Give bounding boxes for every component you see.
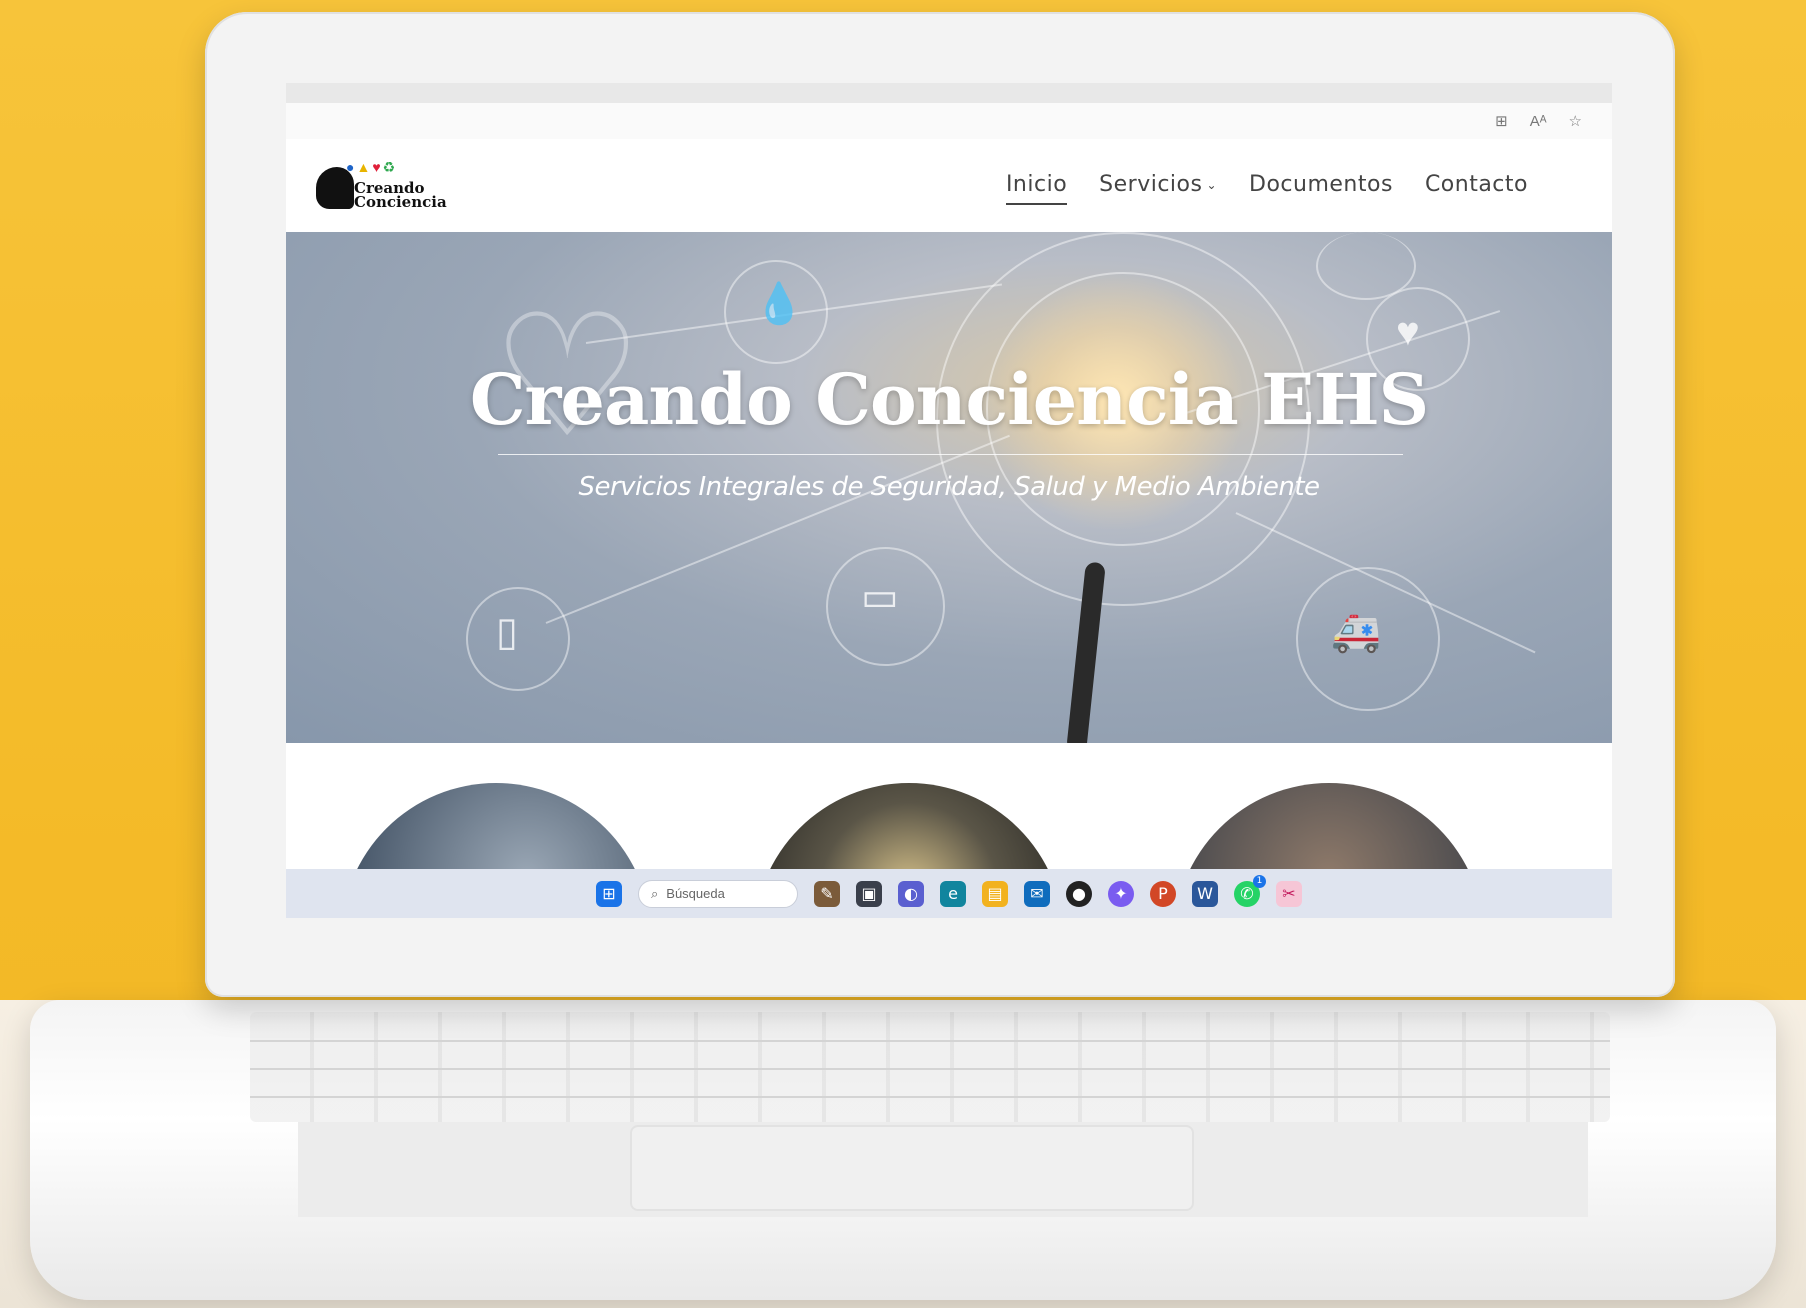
favorites-bar [286, 83, 1612, 104]
copilot-icon[interactable]: ✦ [1108, 880, 1134, 907]
service-image-circle[interactable] [1174, 783, 1484, 873]
logo-line-2: Conciencia [354, 193, 447, 211]
keyboard-row [250, 1040, 1610, 1042]
windows-start-icon[interactable]: ⊞ [596, 880, 622, 907]
teams-icon[interactable]: ◐ [898, 880, 924, 907]
nav-item-inicio[interactable]: Inicio [1005, 172, 1068, 205]
hero-divider [498, 454, 1403, 455]
snipping-tool-icon[interactable]: ✂ [1276, 880, 1302, 907]
word-icon[interactable]: W [1192, 880, 1218, 907]
widgets-icon[interactable]: ✎ [814, 880, 840, 907]
heart-rate-icon: ♥ [1396, 310, 1420, 354]
service-image-circle[interactable] [341, 783, 651, 873]
hero-subtitle: Servicios Integrales de Seguridad, Salud… [578, 472, 1320, 502]
file-explorer-icon[interactable]: ▤ [982, 880, 1008, 907]
nav-item-servicios[interactable]: Servicios ⌄ [1099, 172, 1217, 205]
edge-icon[interactable]: e [940, 880, 966, 907]
service-image-circle[interactable] [754, 783, 1064, 873]
logo-badges: ● ▲ ♥ ♻ [346, 159, 395, 176]
favorite-star-icon[interactable]: ☆ [1569, 112, 1582, 130]
dell-icon[interactable]: ● [1066, 880, 1092, 907]
mail-icon[interactable]: ✉ [1024, 880, 1050, 907]
taskbar-search[interactable]: ⌕ Búsqueda [638, 879, 798, 908]
trackpad [630, 1125, 1194, 1211]
laptop-screen: ⊞ Aᴬ ☆ ● ▲ ♥ ♻ Creando Conciencia Inicio… [286, 83, 1612, 918]
browser-toolbar: ⊞ Aᴬ ☆ [286, 103, 1612, 139]
ambulance-icon: 🚑 [1331, 610, 1381, 654]
windows-taskbar: ⊞ ⌕ Búsqueda ✎ ▣ ◐ e ▤ ✉ ● ✦ P W ✆ 1 ✂ [286, 869, 1612, 918]
nav-item-documentos[interactable]: Documentos [1249, 172, 1393, 205]
blood-bag-icon: ▯ [496, 610, 519, 654]
site-header: ● ▲ ♥ ♻ Creando Conciencia Inicio Servic… [286, 139, 1612, 232]
nav-item-contacto[interactable]: Contacto [1425, 172, 1528, 205]
hero-title: Creando Conciencia EHS [469, 358, 1429, 441]
recycle-icon: ♻ [382, 159, 396, 175]
warning-icon: ▲ [356, 159, 371, 175]
search-icon: ⌕ [651, 885, 659, 901]
heart-icon: ♥ [372, 159, 381, 175]
monitor-icon: ▭ [861, 575, 899, 619]
notification-badge: 1 [1253, 874, 1266, 888]
logo-text: Creando Conciencia [354, 181, 447, 211]
keyboard [250, 1012, 1610, 1122]
hero-banner: 💧 ♥ ▯ ▭ 🚑 ♡ Creando Conciencia EHS Servi… [286, 232, 1612, 743]
apps-icon[interactable]: ⊞ [1495, 112, 1508, 130]
search-placeholder: Búsqueda [666, 886, 725, 901]
services-preview [286, 743, 1612, 873]
person-icon: ● [346, 159, 355, 175]
main-navigation: Inicio Servicios ⌄ Documentos Contacto [1005, 172, 1528, 205]
powerpoint-icon[interactable]: P [1150, 880, 1176, 907]
nav-item-label: Servicios [1099, 172, 1203, 197]
chevron-down-icon: ⌄ [1206, 178, 1218, 192]
keyboard-row [250, 1068, 1610, 1070]
site-logo[interactable]: ● ▲ ♥ ♻ Creando Conciencia [316, 159, 447, 214]
task-view-icon[interactable]: ▣ [856, 880, 882, 907]
keyboard-row [250, 1096, 1610, 1098]
whatsapp-icon[interactable]: ✆ 1 [1234, 874, 1266, 907]
water-drop-icon: 💧 [754, 282, 804, 326]
read-aloud-icon[interactable]: Aᴬ [1530, 113, 1547, 130]
